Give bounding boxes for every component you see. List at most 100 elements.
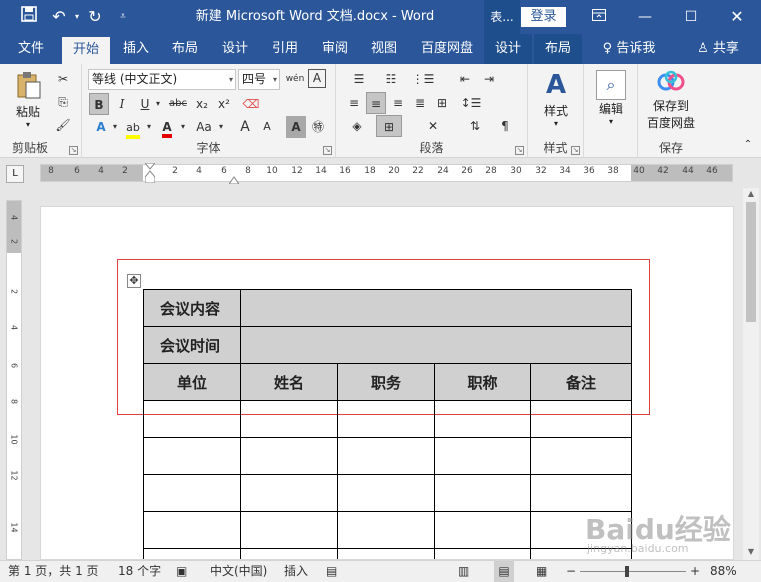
- save-icon[interactable]: [18, 6, 40, 28]
- distribute-icon[interactable]: ⊞: [432, 92, 452, 114]
- table-cell[interactable]: [434, 400, 531, 438]
- borders-icon[interactable]: ⊞: [376, 115, 402, 137]
- table-header-name[interactable]: 姓名: [240, 363, 338, 401]
- redo-icon[interactable]: ↻: [84, 6, 106, 28]
- table-cell[interactable]: [240, 511, 338, 549]
- scroll-up-icon[interactable]: ▲: [743, 188, 759, 200]
- tab-file[interactable]: 文件: [8, 34, 54, 64]
- maximize-icon[interactable]: ☐: [668, 0, 714, 34]
- font-name-select[interactable]: 等线 (中文正文) ▾: [88, 69, 236, 90]
- numbering-icon[interactable]: ☷: [378, 68, 404, 90]
- minimize-icon[interactable]: —: [622, 0, 668, 34]
- copy-icon[interactable]: ⎘: [52, 91, 74, 113]
- superscript-button[interactable]: x²: [214, 93, 234, 115]
- tab-view[interactable]: 视图: [362, 34, 406, 64]
- clipboard-launcher-icon[interactable]: ↘: [69, 146, 78, 155]
- multilevel-list-icon[interactable]: ⋮☰: [410, 68, 436, 90]
- shading-icon[interactable]: ◈: [344, 115, 370, 137]
- word-count[interactable]: 18 个字: [118, 561, 161, 582]
- align-right-icon[interactable]: ≡: [388, 92, 408, 114]
- phonetic-guide-icon[interactable]: wén: [284, 68, 306, 90]
- tab-selector[interactable]: L: [6, 165, 24, 183]
- collapse-ribbon-icon[interactable]: ⌃: [740, 134, 756, 156]
- macro-icon[interactable]: ▤: [326, 561, 337, 582]
- table-cell[interactable]: [143, 400, 241, 438]
- table-header-position[interactable]: 职务: [337, 363, 435, 401]
- table-cell[interactable]: [143, 548, 241, 559]
- text-effects-icon[interactable]: A: [90, 116, 112, 138]
- change-case-button[interactable]: Aa: [192, 116, 216, 138]
- zoom-in-icon[interactable]: +: [690, 561, 700, 582]
- font-size-select[interactable]: 四号 ▾: [238, 69, 280, 90]
- table-cell[interactable]: [240, 548, 338, 559]
- editing-button[interactable]: ⌕ 编辑 ▾: [590, 68, 632, 132]
- line-spacing-icon[interactable]: ↕☰: [458, 92, 484, 114]
- table-cell[interactable]: [240, 474, 338, 512]
- table-cell-meeting-time[interactable]: [240, 326, 632, 364]
- italic-button[interactable]: I: [112, 93, 132, 115]
- table-cell[interactable]: [337, 511, 435, 549]
- grow-font-button[interactable]: A: [234, 116, 256, 138]
- table-cell[interactable]: [143, 511, 241, 549]
- highlight-dropdown-icon[interactable]: ▾: [144, 116, 154, 138]
- right-indent-marker[interactable]: [228, 173, 240, 185]
- table-cell[interactable]: [337, 400, 435, 438]
- table-cell[interactable]: [530, 437, 632, 475]
- page-count[interactable]: 第 1 页，共 1 页: [8, 561, 99, 582]
- language-indicator[interactable]: 中文(中国): [210, 561, 267, 582]
- increase-indent-icon[interactable]: ⇥: [478, 68, 500, 90]
- tell-me-search[interactable]: ♀ 告诉我: [592, 34, 666, 64]
- sort-icon[interactable]: ⇅: [464, 115, 486, 137]
- table-cell[interactable]: [530, 400, 632, 438]
- table-cell[interactable]: [240, 437, 338, 475]
- chinese-layout-icon[interactable]: ✕: [420, 115, 446, 137]
- print-layout-icon[interactable]: ▤: [494, 561, 514, 582]
- table-cell[interactable]: [434, 511, 531, 549]
- tab-insert[interactable]: 插入: [114, 34, 158, 64]
- table-cell-meeting-content-label[interactable]: 会议内容: [143, 289, 241, 327]
- change-case-dropdown-icon[interactable]: ▾: [216, 116, 226, 138]
- table-cell[interactable]: [143, 474, 241, 512]
- table-cell[interactable]: [434, 548, 531, 559]
- font-launcher-icon[interactable]: ↘: [323, 146, 332, 155]
- shrink-font-button[interactable]: A: [256, 116, 278, 138]
- zoom-slider-thumb[interactable]: [625, 566, 629, 577]
- vertical-scrollbar[interactable]: ▲ ▼: [743, 188, 759, 560]
- zoom-slider[interactable]: [580, 571, 686, 572]
- text-effects-dropdown-icon[interactable]: ▾: [110, 116, 120, 138]
- subscript-button[interactable]: x₂: [192, 93, 212, 115]
- table-header-unit[interactable]: 单位: [143, 363, 241, 401]
- save-to-netdisk-button[interactable]: 保存到 百度网盘: [642, 70, 700, 134]
- table-cell[interactable]: [434, 437, 531, 475]
- proofing-icon[interactable]: ▣: [176, 561, 187, 582]
- tab-layout[interactable]: 布局: [163, 34, 207, 64]
- table-header-notes[interactable]: 备注: [530, 363, 632, 401]
- decrease-indent-icon[interactable]: ⇤: [454, 68, 476, 90]
- tab-review[interactable]: 审阅: [313, 34, 357, 64]
- login-button[interactable]: 登录: [521, 7, 566, 27]
- styles-launcher-icon[interactable]: ↘: [571, 146, 580, 155]
- ribbon-display-icon[interactable]: [576, 0, 622, 34]
- bullets-icon[interactable]: ☰: [346, 68, 372, 90]
- clear-formatting-icon[interactable]: ⌫: [240, 93, 262, 115]
- font-color-dropdown-icon[interactable]: ▾: [178, 116, 188, 138]
- tab-table-layout[interactable]: 布局: [534, 34, 582, 64]
- web-layout-icon[interactable]: ▦: [536, 561, 547, 582]
- bold-button[interactable]: B: [89, 93, 109, 115]
- justify-icon[interactable]: ≣: [410, 92, 430, 114]
- highlight-icon[interactable]: ab: [122, 116, 144, 139]
- scrollbar-thumb[interactable]: [746, 202, 756, 322]
- table-cell[interactable]: [337, 474, 435, 512]
- share-button[interactable]: ♙ 共享: [690, 34, 746, 64]
- strikethrough-button[interactable]: abc: [166, 93, 190, 115]
- table-header-title[interactable]: 职称: [434, 363, 531, 401]
- format-painter-icon[interactable]: 🖌: [52, 114, 74, 136]
- table-cell[interactable]: [337, 437, 435, 475]
- character-shading-icon[interactable]: A: [286, 116, 306, 138]
- table-cell[interactable]: [337, 548, 435, 559]
- document-page[interactable]: ✥ 会议内容 会议时间 单位 姓名 职务 职称 备注: [40, 206, 734, 560]
- styles-button[interactable]: A 样式 ▾: [534, 68, 578, 132]
- tab-design[interactable]: 设计: [213, 34, 257, 64]
- font-color-icon[interactable]: A: [156, 116, 178, 138]
- tab-table-design[interactable]: 设计: [484, 34, 532, 64]
